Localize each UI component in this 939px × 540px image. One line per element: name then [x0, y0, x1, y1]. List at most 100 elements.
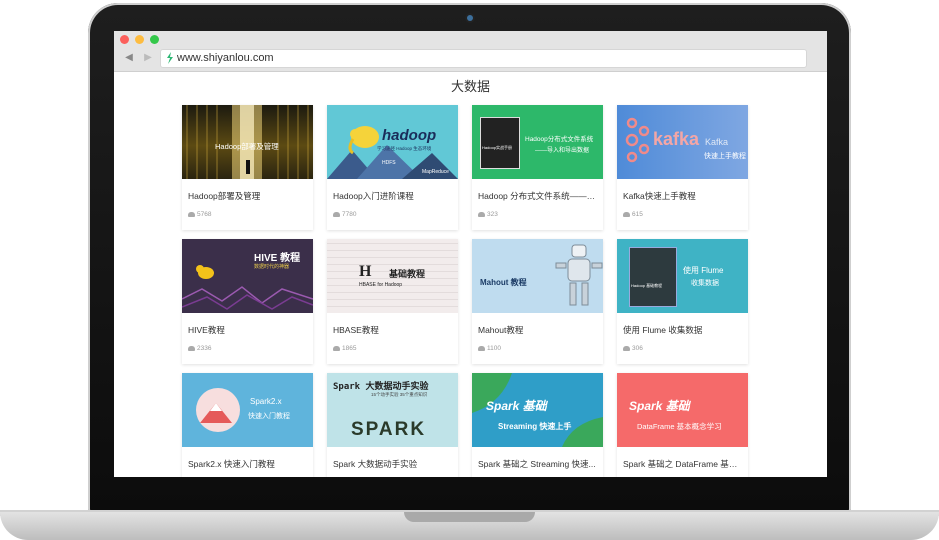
- robot-image: [555, 244, 603, 306]
- users-icon: [333, 211, 340, 217]
- course-card[interactable]: Spark2.x 快速入门教程 Spark2.x 快速入门教程: [182, 373, 313, 477]
- browser-chrome: ◀ ▶ www.shiyanlou.com: [114, 31, 827, 72]
- laptop-notch: [404, 512, 535, 522]
- forward-arrow-icon[interactable]: ▶: [141, 51, 155, 65]
- course-title[interactable]: Spark 基础之 DataFrame 基本...: [623, 458, 743, 470]
- users-icon: [623, 345, 630, 351]
- site-logo-icon: [167, 52, 173, 64]
- hdfs-label: HDFS: [382, 160, 396, 166]
- course-card[interactable]: Spark 大数据动手实验 15个动手实验 35个重点知识 SPARK Spar…: [327, 373, 458, 477]
- learner-count: 615: [623, 211, 643, 218]
- thumbnail-subtitle: 快速入门教程: [248, 413, 290, 420]
- camera-icon: [467, 15, 473, 21]
- thumbnail-subtitle: HBASE for Hadoop: [359, 282, 403, 288]
- course-thumbnail: Hadoop部署及管理: [182, 105, 313, 179]
- course-thumbnail: Spark 基础 DataFrame 基本概念学习: [617, 373, 748, 447]
- page-title: 大数据: [450, 79, 490, 94]
- course-card[interactable]: H 基础教程 HBASE for Hadoop HBASE教程 1865: [327, 239, 458, 364]
- hbase-logo-icon: H: [359, 263, 372, 280]
- course-title[interactable]: Spark 基础之 Streaming 快速...: [478, 458, 598, 470]
- course-title[interactable]: HBASE教程: [333, 324, 453, 336]
- learner-count: 7780: [333, 211, 356, 218]
- course-thumbnail: Spark 大数据动手实验 15个动手实验 35个重点知识 SPARK: [327, 373, 458, 447]
- users-icon: [478, 345, 485, 351]
- thumbnail-subtitle: 学习途径 Hadoop 生态环境: [377, 146, 432, 151]
- learner-count: 2336: [188, 345, 211, 352]
- course-title[interactable]: Hadoop部署及管理: [188, 190, 308, 202]
- learner-count: 1865: [333, 345, 356, 352]
- learner-count-value: 1100: [487, 345, 501, 352]
- course-thumbnail: Mahout 教程: [472, 239, 603, 313]
- users-icon: [188, 345, 195, 351]
- back-arrow-icon[interactable]: ◀: [122, 51, 136, 65]
- course-thumbnail: Hadoop 基础教程 使用 Flume 收集数据: [617, 239, 748, 313]
- thumbnail-caption: 基础教程: [389, 269, 426, 279]
- course-title[interactable]: Hadoop入门进阶课程: [333, 190, 453, 202]
- course-title[interactable]: Spark2.x 快速入门教程: [188, 458, 308, 470]
- users-icon: [188, 211, 195, 217]
- course-title[interactable]: Spark 大数据动手实验: [333, 458, 453, 470]
- thumbnail-subtitle: Kafka: [705, 137, 729, 147]
- learner-count-value: 7780: [342, 211, 357, 218]
- learner-count-value: 1865: [342, 345, 357, 352]
- learner-count-value: 306: [632, 345, 643, 352]
- close-window-button[interactable]: [120, 35, 129, 44]
- thumbnail-subtitle: Streaming 快速上手: [498, 422, 572, 431]
- thumbnail-caption: Spark 基础: [486, 399, 547, 413]
- thumbnail-caption: Hadoop部署及管理: [215, 142, 279, 151]
- course-card[interactable]: Spark 基础 Streaming 快速上手 Spark 基础之 Stream…: [472, 373, 603, 477]
- learner-count-value: 2336: [197, 345, 212, 352]
- mapreduce-label: MapReduce: [422, 169, 449, 175]
- screen: ◀ ▶ www.shiyanlou.com 大数据 Hadoop部署及管理 Ha…: [114, 31, 827, 477]
- course-thumbnail: HIVE 教程 数据时代的神器: [182, 239, 313, 313]
- learner-count-value: 5768: [197, 211, 212, 218]
- course-title[interactable]: Hadoop 分布式文件系统——导...: [478, 190, 598, 202]
- url-text: www.shiyanlou.com: [177, 52, 274, 64]
- course-card[interactable]: kafka Kafka 快速上手教程 Kafka快速上手教程 615: [617, 105, 748, 230]
- course-title[interactable]: 使用 Flume 收集数据: [623, 324, 743, 336]
- course-card[interactable]: Spark 基础 DataFrame 基本概念学习 Spark 基础之 Data…: [617, 373, 748, 477]
- course-thumbnail: Spark 基础 Streaming 快速上手: [472, 373, 603, 447]
- thumbnail-caption: Hadoop分布式文件系统: [525, 136, 594, 143]
- book-title: Hadoop实战手册: [482, 145, 513, 150]
- learner-count: 306: [623, 345, 643, 352]
- book-cover-image: [480, 117, 520, 169]
- course-title[interactable]: HIVE教程: [188, 324, 308, 336]
- course-card[interactable]: Hadoop 基础教程 使用 Flume 收集数据 使用 Flume 收集数据 …: [617, 239, 748, 364]
- thumbnail-subtitle: ——导入和导出数据: [535, 148, 590, 154]
- course-thumbnail: H 基础教程 HBASE for Hadoop: [327, 239, 458, 313]
- learner-count-value: 323: [487, 211, 498, 218]
- mountain-badge-image: [196, 388, 240, 432]
- course-thumbnail: Spark2.x 快速入门教程: [182, 373, 313, 447]
- course-thumbnail: kafka Kafka 快速上手教程: [617, 105, 748, 179]
- course-card[interactable]: Hadoop实战手册 Hadoop分布式文件系统 ——导入和导出数据 Hadoo…: [472, 105, 603, 230]
- course-thumbnail: Hadoop实战手册 Hadoop分布式文件系统 ——导入和导出数据: [472, 105, 603, 179]
- course-card[interactable]: HIVE 教程 数据时代的神器 HIVE教程 2336: [182, 239, 313, 364]
- thumbnail-subtitle: DataFrame 基本概念学习: [637, 422, 722, 431]
- users-icon: [478, 211, 485, 217]
- learner-count-value: 615: [632, 211, 643, 218]
- book-title: Hadoop 基础教程: [631, 283, 663, 288]
- thumbnail-caption: Spark 基础: [629, 399, 690, 413]
- course-thumbnail: hadoop 学习途径 Hadoop 生态环境 HDFS MapReduce: [327, 105, 458, 179]
- maximize-window-button[interactable]: [150, 35, 159, 44]
- learner-count: 1100: [478, 345, 501, 352]
- thumbnail-caption: Spark2.x: [250, 397, 282, 406]
- thumbnail-caption: hadoop: [382, 127, 437, 144]
- address-bar[interactable]: www.shiyanlou.com: [160, 49, 807, 68]
- thumbnail-caption: kafka: [653, 129, 700, 149]
- users-icon: [333, 345, 340, 351]
- thumbnail-caption: HIVE 教程: [254, 253, 301, 264]
- thumbnail-subtitle: 收集数据: [691, 280, 719, 287]
- thumbnail-subtitle: 数据时代的神器: [254, 264, 290, 270]
- course-title[interactable]: Kafka快速上手教程: [623, 190, 743, 202]
- course-title[interactable]: Mahout教程: [478, 324, 598, 336]
- thumbnail-caption: Spark 大数据动手实验: [333, 382, 429, 392]
- thumbnail-caption: Mahout 教程: [480, 278, 527, 287]
- minimize-window-button[interactable]: [135, 35, 144, 44]
- thumbnail-subtitle-2: 快速上手教程: [704, 153, 746, 160]
- course-card[interactable]: Hadoop部署及管理 Hadoop部署及管理 5768: [182, 105, 313, 230]
- course-card[interactable]: hadoop 学习途径 Hadoop 生态环境 HDFS MapReduce H…: [327, 105, 458, 230]
- course-card[interactable]: Mahout 教程 Mahout教程 1100: [472, 239, 603, 364]
- thumbnail-caption: 使用 Flume: [683, 266, 724, 275]
